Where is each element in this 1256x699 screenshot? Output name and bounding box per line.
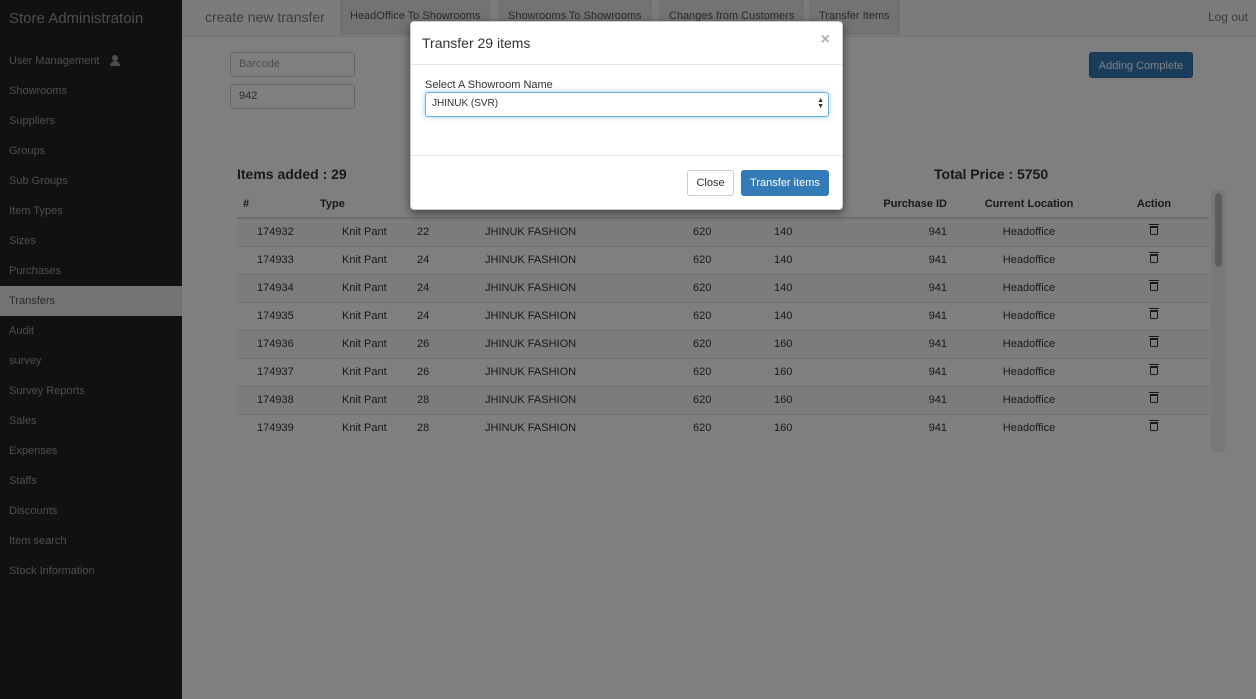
showroom-select[interactable]: JHINUK (SVR) ▲ ▼ <box>425 92 829 117</box>
close-button[interactable]: Close <box>687 170 734 196</box>
select-arrows-icon: ▲ ▼ <box>817 97 824 110</box>
transfer-items-button[interactable]: Transfer items <box>741 170 829 196</box>
modal-footer: Close Transfer items <box>411 155 842 210</box>
modal-body: Select A Showroom Name JHINUK (SVR) ▲ ▼ <box>411 65 842 155</box>
modal-title: Transfer 29 items <box>422 35 531 51</box>
close-icon[interactable]: × <box>821 31 830 49</box>
showroom-select-label: Select A Showroom Name <box>425 79 553 91</box>
modal-header: Transfer 29 items × <box>411 22 842 65</box>
showroom-select-value: JHINUK (SVR) <box>432 98 499 109</box>
transfer-modal: Transfer 29 items × Select A Showroom Na… <box>410 21 843 210</box>
